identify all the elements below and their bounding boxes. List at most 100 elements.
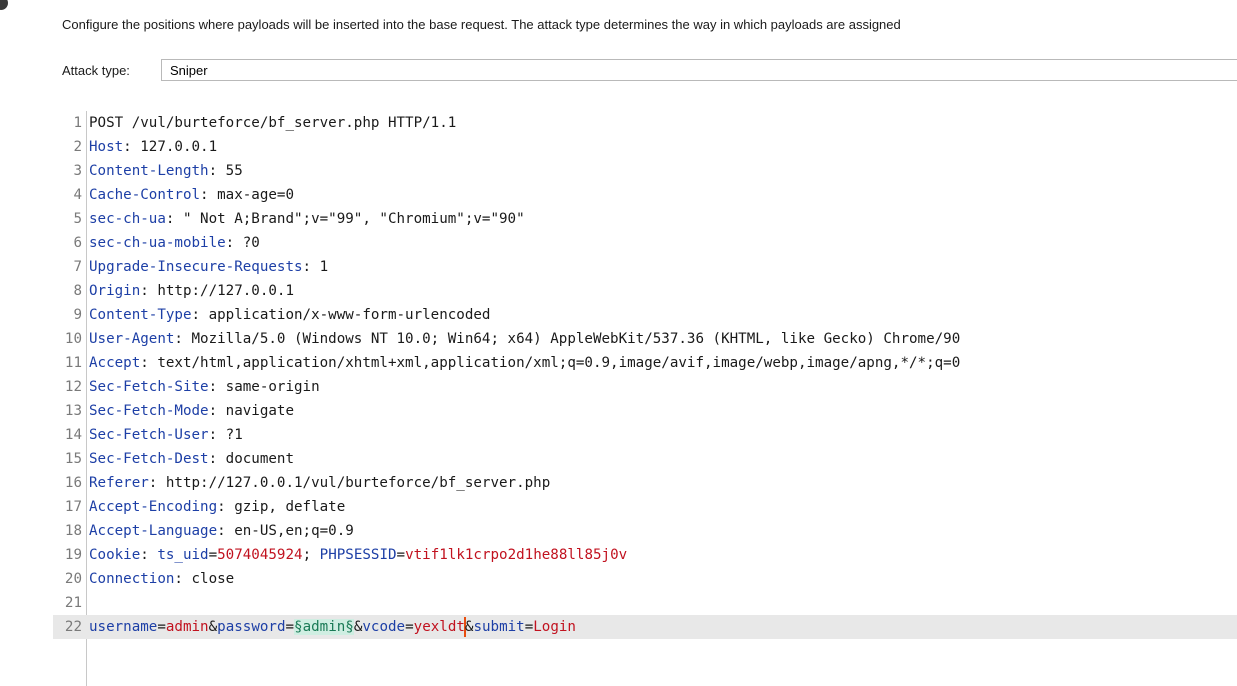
request-line[interactable]: 2 Host: 127.0.0.1 [53, 135, 1237, 159]
header-name: Sec-Fetch-Site [89, 379, 209, 395]
request-line[interactable]: 7 Upgrade-Insecure-Requests: 1 [53, 255, 1237, 279]
line-number: 1 [73, 115, 82, 131]
header-value: Mozilla/5.0 (Windows NT 10.0; Win64; x64… [182, 331, 961, 347]
header-value: text/html,application/xhtml+xml,applicat… [148, 355, 961, 371]
line-number: 17 [64, 499, 82, 515]
header-name: Host [89, 139, 124, 155]
header-colon: : [123, 139, 132, 155]
request-line[interactable]: 8 Origin: http://127.0.0.1 [53, 279, 1237, 303]
request-line[interactable]: 9 Content-Type: application/x-www-form-ur… [53, 303, 1237, 327]
param-value: yexldt [413, 619, 465, 635]
request-line[interactable]: 12 Sec-Fetch-Site: same-origin [53, 375, 1237, 399]
header-name: Content-Length [89, 163, 209, 179]
line-text: Upgrade-Insecure-Requests: 1 [89, 255, 1235, 279]
header-value: en-US,en;q=0.9 [225, 523, 354, 539]
line-number: 12 [64, 379, 82, 395]
positions-description: Configure the positions where payloads w… [62, 17, 901, 32]
request-line[interactable]: 21 [53, 591, 1237, 615]
line-text: Connection: close [89, 567, 1235, 591]
line-text: POST /vul/burteforce/bf_server.php HTTP/… [89, 111, 1235, 135]
cookie-value: vtif1lk1crpo2d1he88ll85j0v [405, 547, 628, 563]
param-name: vcode [362, 619, 406, 635]
header-value: close [182, 571, 235, 587]
line-number: 10 [64, 331, 82, 347]
line-text: Accept-Language: en-US,en;q=0.9 [89, 519, 1235, 543]
request-line[interactable]: 10 User-Agent: Mozilla/5.0 (Windows NT 10… [53, 327, 1237, 351]
header-value: http://127.0.0.1 [148, 283, 295, 299]
header-value: 127.0.0.1 [131, 139, 218, 155]
equals: = [524, 619, 534, 635]
header-colon: : [208, 451, 218, 467]
line-number: 19 [64, 547, 82, 563]
equals: = [157, 619, 166, 635]
line-text: Cookie: ts_uid=5074045924; PHPSESSID=vti… [89, 543, 1235, 567]
request-line[interactable]: 5 sec-ch-ua: " Not A;Brand";v="99", "Chro… [53, 207, 1237, 231]
header-value: 55 [217, 163, 243, 179]
header-colon: : [225, 235, 235, 251]
line-text: Content-Length: 55 [89, 159, 1235, 183]
header-colon: : [191, 307, 201, 323]
request-line[interactable]: 13 Sec-Fetch-Mode: navigate [53, 399, 1237, 423]
header-name: Sec-Fetch-User [89, 427, 209, 443]
request-line[interactable]: 19 Cookie: ts_uid=5074045924; PHPSESSID=v… [53, 543, 1237, 567]
header-value: http://127.0.0.1/vul/burteforce/bf_serve… [157, 475, 551, 491]
line-number: 18 [64, 523, 82, 539]
line-number: 22 [64, 619, 82, 635]
line-text: Sec-Fetch-Site: same-origin [89, 375, 1235, 399]
attack-type-select[interactable]: Sniper [161, 59, 1237, 81]
header-name: sec-ch-ua [89, 211, 166, 227]
header-colon: : [208, 427, 218, 443]
request-editor[interactable]: 1 POST /vul/burteforce/bf_server.php HTTP… [53, 111, 1237, 686]
equals: = [396, 547, 406, 563]
request-line[interactable]: 17 Accept-Encoding: gzip, deflate [53, 495, 1237, 519]
line-number: 9 [73, 307, 82, 323]
header-colon: : [208, 379, 218, 395]
header-name: Accept-Encoding [89, 499, 218, 515]
request-line[interactable]: 6 sec-ch-ua-mobile: ?0 [53, 231, 1237, 255]
attack-type-row: Attack type: Sniper [62, 59, 1237, 81]
header-value: navigate [217, 403, 295, 419]
equals: = [208, 547, 218, 563]
line-number: 2 [73, 139, 82, 155]
request-line[interactable]: 20 Connection: close [53, 567, 1237, 591]
line-number: 15 [64, 451, 82, 467]
request-line[interactable]: 1 POST /vul/burteforce/bf_server.php HTTP… [53, 111, 1237, 135]
line-text: Sec-Fetch-User: ?1 [89, 423, 1235, 447]
header-name: Referer [89, 475, 149, 491]
param-value: Login [533, 619, 576, 635]
header-name: Origin [89, 283, 141, 299]
header-colon: : [140, 547, 158, 563]
header-colon: : [217, 499, 226, 515]
request-line[interactable]: 16 Referer: http://127.0.0.1/vul/burtefor… [53, 471, 1237, 495]
cookie-separator: ; [302, 547, 320, 563]
request-line[interactable]: 22 username=admin&password=§admin§&vcode=… [53, 615, 1237, 639]
line-text: Cache-Control: max-age=0 [89, 183, 1235, 207]
request-line[interactable]: 4 Cache-Control: max-age=0 [53, 183, 1237, 207]
request-line[interactable]: 14 Sec-Fetch-User: ?1 [53, 423, 1237, 447]
header-colon: : [217, 523, 226, 539]
line-number: 6 [73, 235, 82, 251]
request-line-text: POST /vul/burteforce/bf_server.php HTTP/… [89, 115, 457, 131]
help-icon[interactable] [0, 0, 8, 10]
header-colon: : [174, 571, 183, 587]
line-text: sec-ch-ua-mobile: ?0 [89, 231, 1235, 255]
header-colon: : [174, 331, 183, 347]
header-name: Accept [89, 355, 141, 371]
header-value: ?0 [234, 235, 260, 251]
cookie-name: ts_uid [157, 547, 209, 563]
header-name: Sec-Fetch-Dest [89, 451, 209, 467]
request-line[interactable]: 15 Sec-Fetch-Dest: document [53, 447, 1237, 471]
cookie-name: PHPSESSID [319, 547, 397, 563]
line-number: 5 [73, 211, 82, 227]
line-text: Origin: http://127.0.0.1 [89, 279, 1235, 303]
request-line[interactable]: 11 Accept: text/html,application/xhtml+xm… [53, 351, 1237, 375]
header-name: Sec-Fetch-Mode [89, 403, 209, 419]
header-colon: : [140, 355, 149, 371]
header-value: application/x-www-form-urlencoded [200, 307, 491, 323]
header-value: 1 [311, 259, 329, 275]
request-line[interactable]: 18 Accept-Language: en-US,en;q=0.9 [53, 519, 1237, 543]
header-name: Accept-Language [89, 523, 218, 539]
param-name: submit [473, 619, 525, 635]
line-number: 7 [73, 259, 82, 275]
request-line[interactable]: 3 Content-Length: 55 [53, 159, 1237, 183]
